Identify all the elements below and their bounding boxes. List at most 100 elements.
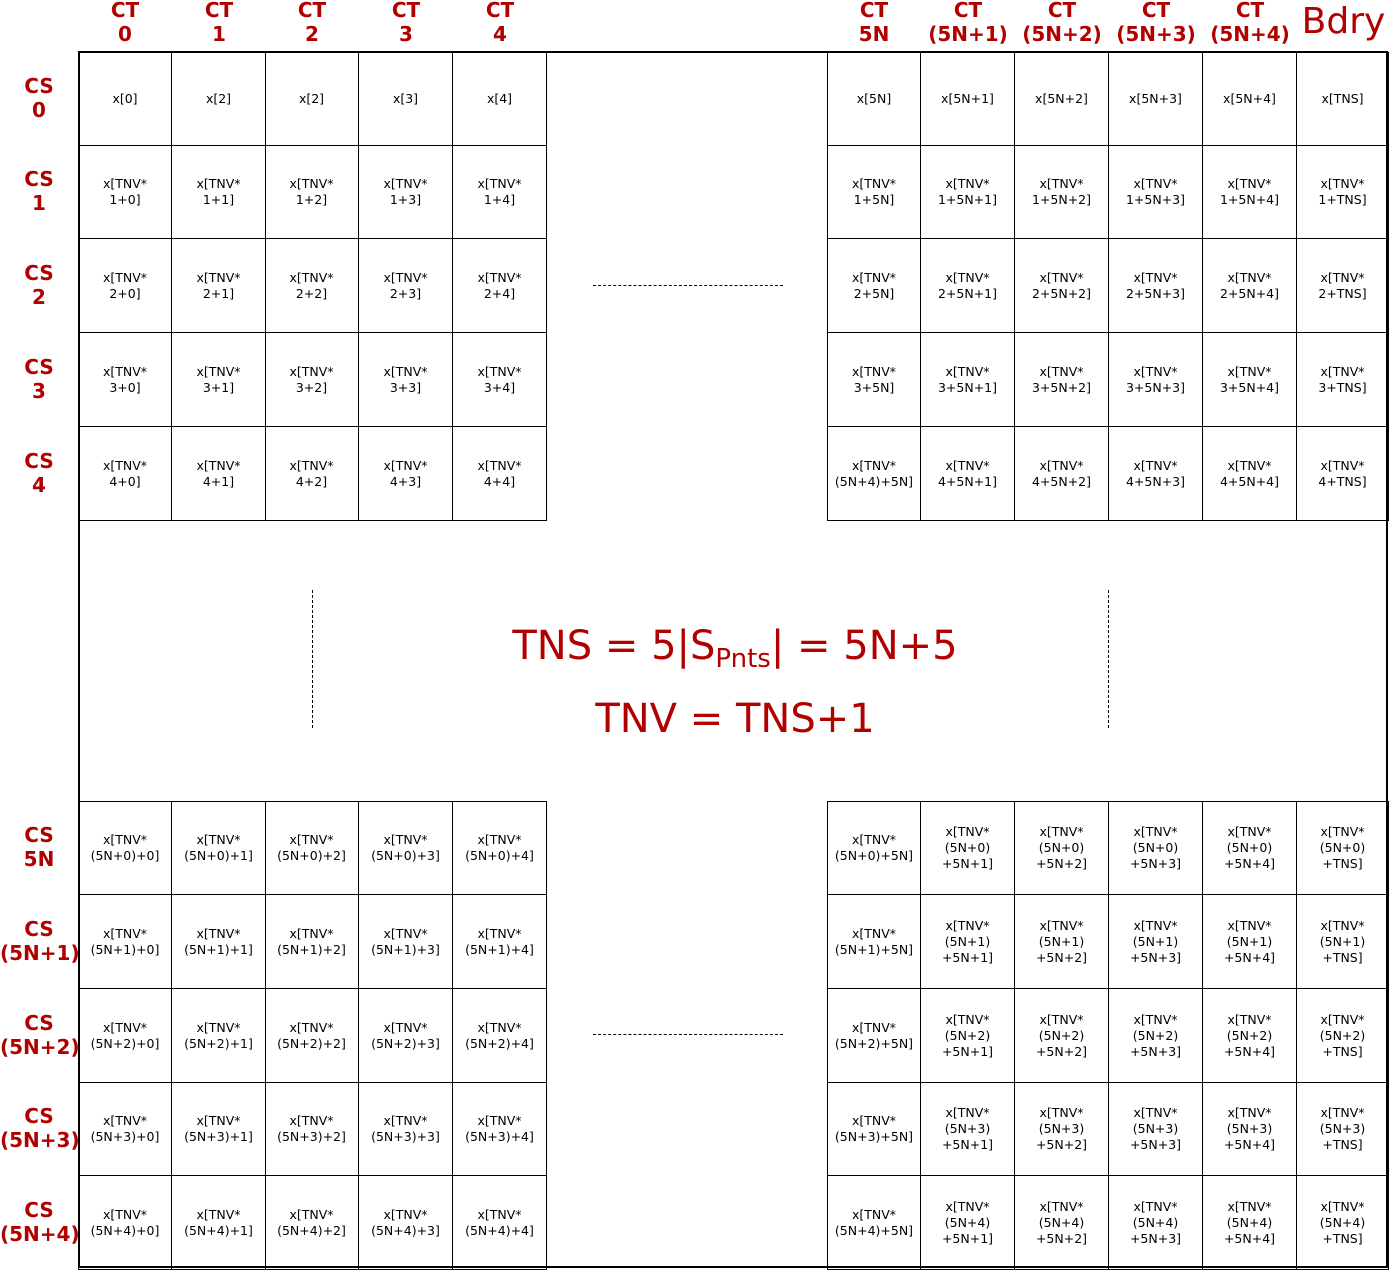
matrix-cell-top-left-r1-c1: x[TNV* 1+1] <box>172 145 266 239</box>
tnv-formula: TNV = TNS+1 <box>595 696 875 742</box>
matrix-cell-bottom-left-r3-c4: x[TNV* (5N+3)+4] <box>453 1082 547 1176</box>
matrix-cell-top-right-r1-c5: x[TNV* 1+TNS] <box>1297 145 1389 239</box>
matrix-cell-top-right-r1-c3: x[TNV* 1+5N+3] <box>1109 145 1203 239</box>
row-header-top-1: CS 1 <box>24 167 54 215</box>
matrix-cell-bottom-right-r2-c5: x[TNV* (5N+2) +TNS] <box>1297 989 1389 1083</box>
row-header-bottom-1: CS (5N+1) <box>0 917 80 965</box>
matrix-cell-top-left-r3-c3: x[TNV* 3+3] <box>359 333 453 427</box>
tns-formula-suffix: | = 5N+5 <box>770 623 958 669</box>
matrix-cell-bottom-left-r0-c2: x[TNV* (5N+0)+2] <box>265 801 359 895</box>
matrix-cell-top-right-r4-c2: x[TNV* 4+5N+2] <box>1015 427 1109 521</box>
matrix-cell-bottom-right-r0-c4: x[TNV* (5N+0) +5N+4] <box>1203 801 1297 895</box>
matrix-cell-bottom-left-r0-c1: x[TNV* (5N+0)+1] <box>172 801 266 895</box>
row-header-top-3: CS 3 <box>24 355 54 403</box>
matrix-cell-bottom-right-r4-c2: x[TNV* (5N+4) +5N+2] <box>1015 1176 1109 1270</box>
matrix-cell-bottom-left-r3-c1: x[TNV* (5N+3)+1] <box>172 1082 266 1176</box>
row-header-top-4: CS 4 <box>24 449 54 497</box>
matrix-cell-top-left-r1-c2: x[TNV* 1+2] <box>265 145 359 239</box>
matrix-cell-top-left-r3-c1: x[TNV* 3+1] <box>172 333 266 427</box>
matrix-cell-bottom-left-r4-c3: x[TNV* (5N+4)+3] <box>359 1176 453 1270</box>
matrix-cell-bottom-left-r0-c4: x[TNV* (5N+0)+4] <box>453 801 547 895</box>
matrix-cell-bottom-right-r2-c0: x[TNV* (5N+2)+5N] <box>827 989 921 1083</box>
matrix-cell-top-right-r4-c4: x[TNV* 4+5N+4] <box>1203 427 1297 521</box>
matrix-cell-bottom-right-r4-c1: x[TNV* (5N+4) +5N+1] <box>921 1176 1015 1270</box>
horizontal-ellipsis-top <box>593 285 783 286</box>
matrix-cell-top-left-r0-c0: x[0] <box>78 52 172 146</box>
matrix-cell-bottom-right-r3-c1: x[TNV* (5N+3) +5N+1] <box>921 1082 1015 1176</box>
matrix-cell-bottom-left-r2-c2: x[TNV* (5N+2)+2] <box>265 989 359 1083</box>
matrix-cell-bottom-left-r1-c1: x[TNV* (5N+1)+1] <box>172 895 266 989</box>
matrix-cell-bottom-right-r1-c0: x[TNV* (5N+1)+5N] <box>827 895 921 989</box>
matrix-cell-top-right-r2-c4: x[TNV* 2+5N+4] <box>1203 239 1297 333</box>
matrix-cell-top-right-r2-c5: x[TNV* 2+TNS] <box>1297 239 1389 333</box>
matrix-cell-top-left-r4-c4: x[TNV* 4+4] <box>453 427 547 521</box>
col-header-left-0: CT 0 <box>110 0 140 46</box>
matrix-cell-bottom-right-r1-c3: x[TNV* (5N+1) +5N+3] <box>1109 895 1203 989</box>
matrix-cell-top-right-r0-c0: x[5N] <box>827 52 921 146</box>
matrix-cell-bottom-left-r1-c3: x[TNV* (5N+1)+3] <box>359 895 453 989</box>
matrix-cell-bottom-right-r1-c1: x[TNV* (5N+1) +5N+1] <box>921 895 1015 989</box>
matrix-cell-bottom-left-r2-c0: x[TNV* (5N+2)+0] <box>78 989 172 1083</box>
matrix-cell-top-left-r4-c0: x[TNV* 4+0] <box>78 427 172 521</box>
matrix-cell-top-left-r1-c0: x[TNV* 1+0] <box>78 145 172 239</box>
matrix-cell-top-left-r1-c4: x[TNV* 1+4] <box>453 145 547 239</box>
matrix-cell-bottom-left-r2-c4: x[TNV* (5N+2)+4] <box>453 989 547 1083</box>
matrix-cell-top-left-r1-c3: x[TNV* 1+3] <box>359 145 453 239</box>
matrix-cell-bottom-left-r1-c2: x[TNV* (5N+1)+2] <box>265 895 359 989</box>
matrix-cell-top-left-r2-c4: x[TNV* 2+4] <box>453 239 547 333</box>
matrix-cell-bottom-right-r0-c3: x[TNV* (5N+0) +5N+3] <box>1109 801 1203 895</box>
matrix-cell-top-right-r2-c0: x[TNV* 2+5N] <box>827 239 921 333</box>
matrix-cell-top-right-r1-c2: x[TNV* 1+5N+2] <box>1015 145 1109 239</box>
row-header-top-2: CS 2 <box>24 261 54 309</box>
matrix-cell-bottom-right-r1-c4: x[TNV* (5N+1) +5N+4] <box>1203 895 1297 989</box>
matrix-cell-top-right-r1-c4: x[TNV* 1+5N+4] <box>1203 145 1297 239</box>
matrix-cell-bottom-right-r3-c3: x[TNV* (5N+3) +5N+3] <box>1109 1082 1203 1176</box>
tns-formula-subscript: Pnts <box>715 644 771 674</box>
tns-formula-prefix: TNS = 5|S <box>512 623 716 669</box>
horizontal-ellipsis-bottom <box>593 1034 783 1035</box>
matrix-cell-top-right-r0-c1: x[5N+1] <box>921 52 1015 146</box>
matrix-cell-top-right-r3-c2: x[TNV* 3+5N+2] <box>1015 333 1109 427</box>
matrix-cell-bottom-left-r0-c3: x[TNV* (5N+0)+3] <box>359 801 453 895</box>
matrix-cell-bottom-right-r2-c1: x[TNV* (5N+2) +5N+1] <box>921 989 1015 1083</box>
tns-formula: TNS = 5|SPnts| = 5N+5 <box>435 624 1035 681</box>
matrix-cell-top-left-r3-c2: x[TNV* 3+2] <box>265 333 359 427</box>
matrix-cell-top-right-r4-c5: x[TNV* 4+TNS] <box>1297 427 1389 521</box>
matrix-cell-bottom-left-r1-c4: x[TNV* (5N+1)+4] <box>453 895 547 989</box>
matrix-cell-top-right-r2-c2: x[TNV* 2+5N+2] <box>1015 239 1109 333</box>
matrix-cell-top-left-r3-c4: x[TNV* 3+4] <box>453 333 547 427</box>
row-header-top-0: CS 0 <box>24 74 54 122</box>
matrix-cell-top-right-r0-c3: x[5N+3] <box>1109 52 1203 146</box>
matrix-cell-bottom-right-r4-c5: x[TNV* (5N+4) +TNS] <box>1297 1176 1389 1270</box>
matrix-cell-bottom-right-r3-c4: x[TNV* (5N+3) +5N+4] <box>1203 1082 1297 1176</box>
matrix-cell-top-left-r0-c3: x[3] <box>359 52 453 146</box>
matrix-cell-bottom-right-r2-c3: x[TNV* (5N+2) +5N+3] <box>1109 989 1203 1083</box>
matrix-cell-bottom-left-r4-c0: x[TNV* (5N+4)+0] <box>78 1176 172 1270</box>
matrix-cell-top-right-r2-c3: x[TNV* 2+5N+3] <box>1109 239 1203 333</box>
matrix-cell-bottom-left-r2-c3: x[TNV* (5N+2)+3] <box>359 989 453 1083</box>
matrix-cell-top-left-r0-c4: x[4] <box>453 52 547 146</box>
matrix-cell-bottom-right-r0-c0: x[TNV* (5N+0)+5N] <box>827 801 921 895</box>
matrix-cell-bottom-left-r4-c1: x[TNV* (5N+4)+1] <box>172 1176 266 1270</box>
matrix-cell-bottom-right-r4-c3: x[TNV* (5N+4) +5N+3] <box>1109 1176 1203 1270</box>
col-header-right-3: CT (5N+3) <box>1116 0 1196 46</box>
matrix-cell-top-right-r1-c0: x[TNV* 1+5N] <box>827 145 921 239</box>
row-header-bottom-2: CS (5N+2) <box>0 1011 80 1059</box>
col-header-left-2: CT 2 <box>297 0 327 46</box>
row-header-bottom-0: CS 5N <box>23 823 55 871</box>
matrix-cell-bottom-right-r0-c5: x[TNV* (5N+0) +TNS] <box>1297 801 1389 895</box>
matrix-cell-bottom-right-r2-c2: x[TNV* (5N+2) +5N+2] <box>1015 989 1109 1083</box>
matrix-cell-bottom-right-r2-c4: x[TNV* (5N+2) +5N+4] <box>1203 989 1297 1083</box>
col-header-left-4: CT 4 <box>485 0 515 46</box>
matrix-cell-bottom-right-r3-c2: x[TNV* (5N+3) +5N+2] <box>1015 1082 1109 1176</box>
matrix-cell-bottom-right-r0-c2: x[TNV* (5N+0) +5N+2] <box>1015 801 1109 895</box>
matrix-cell-top-left-r2-c1: x[TNV* 2+1] <box>172 239 266 333</box>
bdry-label: Bdry <box>1301 1 1386 42</box>
col-header-right-2: CT (5N+2) <box>1022 0 1102 46</box>
matrix-cell-top-right-r3-c4: x[TNV* 3+5N+4] <box>1203 333 1297 427</box>
matrix-cell-bottom-left-r0-c0: x[TNV* (5N+0)+0] <box>78 801 172 895</box>
matrix-cell-top-left-r4-c1: x[TNV* 4+1] <box>172 427 266 521</box>
matrix-cell-top-right-r3-c0: x[TNV* 3+5N] <box>827 333 921 427</box>
matrix-cell-top-right-r2-c1: x[TNV* 2+5N+1] <box>921 239 1015 333</box>
matrix-cell-top-left-r4-c2: x[TNV* 4+2] <box>265 427 359 521</box>
